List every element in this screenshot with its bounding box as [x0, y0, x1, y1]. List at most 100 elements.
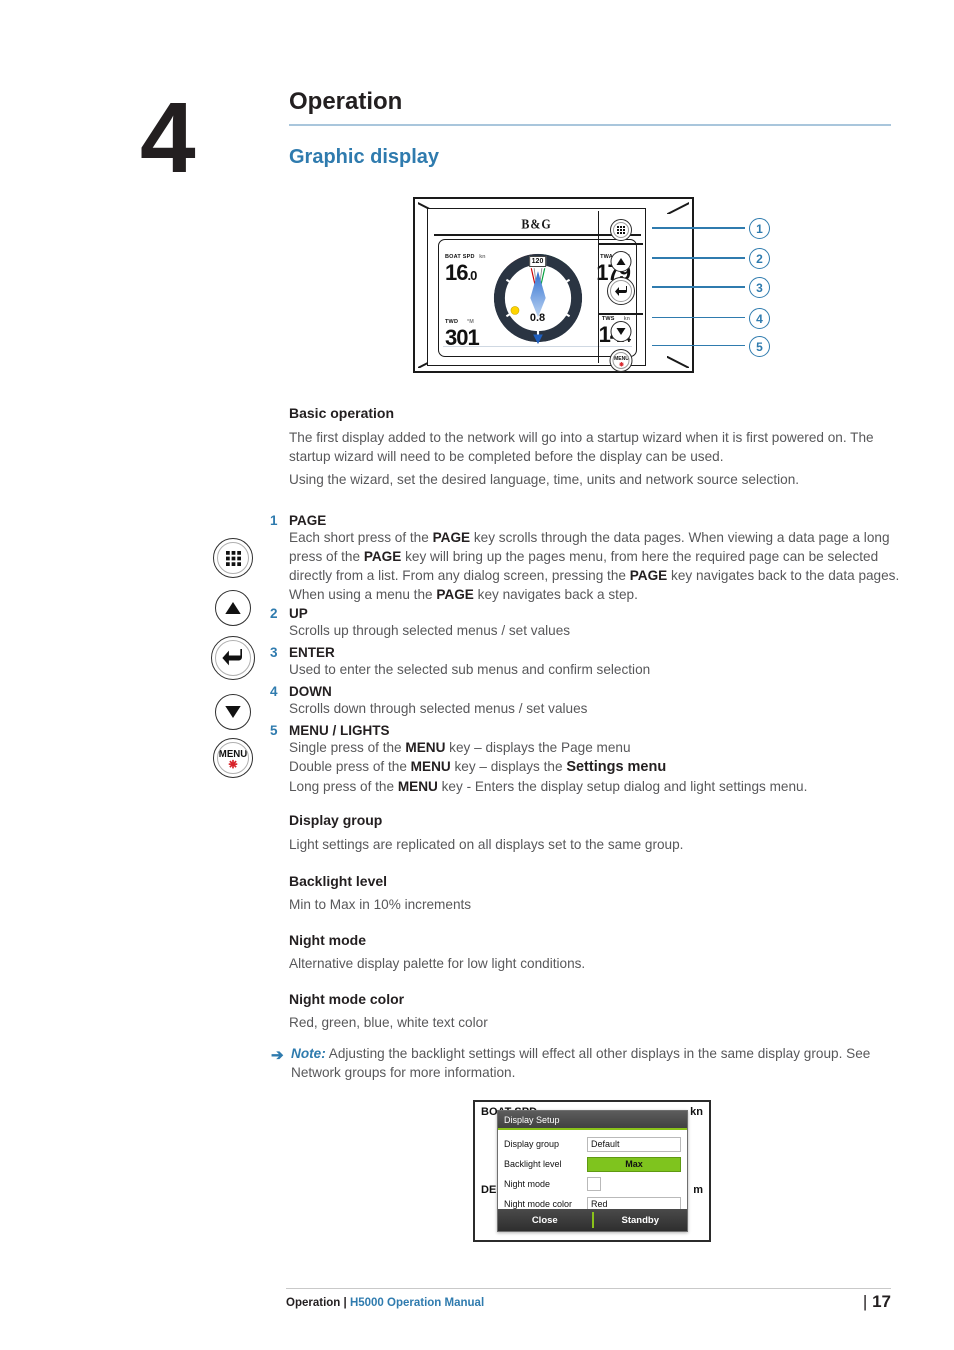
- screenshot-bg-unit-bottom: m: [693, 1184, 703, 1196]
- section-body-backlight-level: Min to Max in 10% increments: [289, 897, 472, 912]
- key-item-1: 1 PAGE Each short press of the PAGE key …: [270, 513, 904, 604]
- data-field-twd: TWD °M 301: [445, 319, 480, 350]
- device-up-key[interactable]: [610, 251, 632, 272]
- margin-page-key-icon: [213, 538, 253, 578]
- section-body-night-mode-color: Red, green, blue, white text color: [289, 1015, 488, 1030]
- note-text: Note: Adjusting the backlight settings w…: [291, 1044, 903, 1082]
- dialog-label: Night mode: [504, 1179, 551, 1189]
- section-body-display-group: Light settings are replicated on all dis…: [289, 837, 684, 852]
- callout-badge-2: 2: [749, 248, 770, 269]
- key-name: UP: [289, 606, 308, 621]
- dialog-label: Backlight level: [504, 1159, 562, 1169]
- display-group-field[interactable]: Default: [587, 1136, 681, 1152]
- callout-badge-5: 5: [749, 336, 770, 357]
- key-name: ENTER: [289, 645, 335, 660]
- margin-menu-key-icon: MENU: [213, 738, 253, 778]
- note-arrow-icon: ➔: [271, 1047, 284, 1064]
- section-body-night-mode: Alternative display palette for low ligh…: [289, 956, 586, 971]
- key-name: MENU / LIGHTS: [289, 723, 390, 738]
- dialog-label: Display group: [504, 1139, 560, 1149]
- key-number: 1: [270, 513, 278, 528]
- instrument-faceplate: B&G BOAT SPD kn 16.0 TWA 179 TWD °M 301 …: [427, 208, 646, 372]
- section-title: Graphic display: [289, 146, 440, 168]
- page-title: Operation: [289, 88, 403, 115]
- key-number: 5: [270, 723, 278, 738]
- dialog-footer: Close Standby: [498, 1209, 687, 1231]
- margin-up-key-icon: [215, 590, 251, 626]
- callout-badge-3: 3: [749, 277, 770, 298]
- page-number: | 17: [862, 1292, 891, 1311]
- basic-operation-paragraph-1: The first display added to the network w…: [289, 430, 874, 464]
- bezel-corner-mark: [667, 356, 689, 368]
- dialog-row-backlight-level: Backlight level Max: [504, 1155, 681, 1173]
- key-description: Scrolls down through selected menus / se…: [289, 701, 588, 716]
- device-key-column: MENU: [598, 211, 643, 372]
- basic-operation-paragraph-2: Using the wizard, set the desired langua…: [289, 472, 800, 487]
- device-menu-key[interactable]: MENU: [609, 349, 633, 372]
- key-description: Scrolls up through selected menus / set …: [289, 623, 571, 638]
- compass-rose-gauge: 120 0.8: [490, 250, 586, 346]
- section-heading-night-mode: Night mode: [289, 932, 366, 948]
- footer-separator: |: [343, 1297, 347, 1309]
- key-number: 4: [270, 684, 278, 699]
- heading-readout: 120: [528, 256, 547, 267]
- callout-leader-2: [652, 257, 745, 259]
- margin-enter-key-icon: [211, 636, 255, 680]
- triangle-up-icon: [225, 602, 241, 614]
- night-mode-checkbox[interactable]: [587, 1177, 601, 1191]
- key-item-5: 5 MENU / LIGHTS Single press of the MENU…: [270, 723, 904, 796]
- close-button[interactable]: Close: [498, 1215, 592, 1226]
- callout-badge-4: 4: [749, 308, 770, 329]
- triangle-down-icon: [616, 328, 626, 335]
- dialog-label: Night mode color: [504, 1199, 573, 1209]
- backlight-level-field[interactable]: Max: [587, 1156, 681, 1172]
- section-heading-night-mode-color: Night mode color: [289, 991, 405, 1007]
- standby-button[interactable]: Standby: [594, 1215, 688, 1226]
- callout-leader-3: [652, 286, 745, 288]
- triangle-up-icon: [616, 258, 626, 265]
- triangle-down-icon: [225, 706, 241, 718]
- manual-page: 4 Operation Graphic display B&G BOAT SPD: [0, 0, 954, 1350]
- key-item-3: 3 ENTER Used to enter the selected sub m…: [270, 645, 904, 679]
- section-heading-display-group: Display group: [289, 812, 383, 828]
- note-body: Adjusting the backlight settings will ef…: [291, 1046, 871, 1080]
- instrument-bezel: B&G BOAT SPD kn 16.0 TWA 179 TWD °M 301 …: [413, 197, 694, 373]
- callout-leader-4: [652, 317, 745, 319]
- key-description: Each short press of the PAGE key scrolls…: [289, 530, 900, 602]
- margin-down-key-icon: [215, 694, 251, 730]
- device-enter-key[interactable]: [607, 277, 635, 305]
- callout-leader-5: [652, 345, 745, 347]
- footer-divider: [286, 1288, 891, 1289]
- key-separator: [599, 243, 643, 245]
- key-name: PAGE: [289, 513, 327, 528]
- key-description: Single press of the MENU key – displays …: [289, 740, 808, 794]
- note-label: Note:: [291, 1046, 326, 1061]
- data-field-boat-spd: BOAT SPD kn 16.0: [445, 254, 486, 285]
- chapter-number: 4: [140, 82, 196, 194]
- section-heading-backlight-level: Backlight level: [289, 873, 388, 889]
- key-number: 2: [270, 606, 278, 621]
- footer-chapter: Operation: [286, 1297, 341, 1309]
- dialog-row-night-mode: Night mode: [504, 1175, 681, 1193]
- bezel-corner-mark: [667, 202, 689, 214]
- key-description: Used to enter the selected sub menus and…: [289, 662, 651, 677]
- footer-text: Operation | H5000 Operation Manual: [286, 1297, 484, 1309]
- dialog-title: Display Setup: [498, 1111, 687, 1130]
- footer-manual-name: H5000 Operation Manual: [349, 1297, 485, 1309]
- callout-leader-1: [652, 227, 745, 229]
- page-number-value: 17: [872, 1292, 891, 1311]
- key-separator: [599, 313, 643, 315]
- basic-operation-heading: Basic operation: [289, 405, 395, 421]
- device-down-key[interactable]: [610, 321, 632, 342]
- key-item-2: 2 UP Scrolls up through selected menus /…: [270, 606, 904, 640]
- header-divider: [289, 124, 891, 126]
- callout-badge-1: 1: [749, 218, 770, 239]
- display-setup-dialog: Display Setup Display group Default Back…: [497, 1110, 688, 1232]
- key-name: DOWN: [289, 684, 332, 699]
- device-page-key[interactable]: [610, 219, 632, 241]
- rose-center-value: 0.8: [529, 312, 546, 324]
- key-number: 3: [270, 645, 278, 660]
- key-item-4: 4 DOWN Scrolls down through selected men…: [270, 684, 904, 718]
- display-setup-screenshot: BOAT SPD kn DEP m 16.0 10.9 Display Setu…: [473, 1100, 711, 1242]
- screenshot-bg-unit-top: kn: [690, 1106, 703, 1118]
